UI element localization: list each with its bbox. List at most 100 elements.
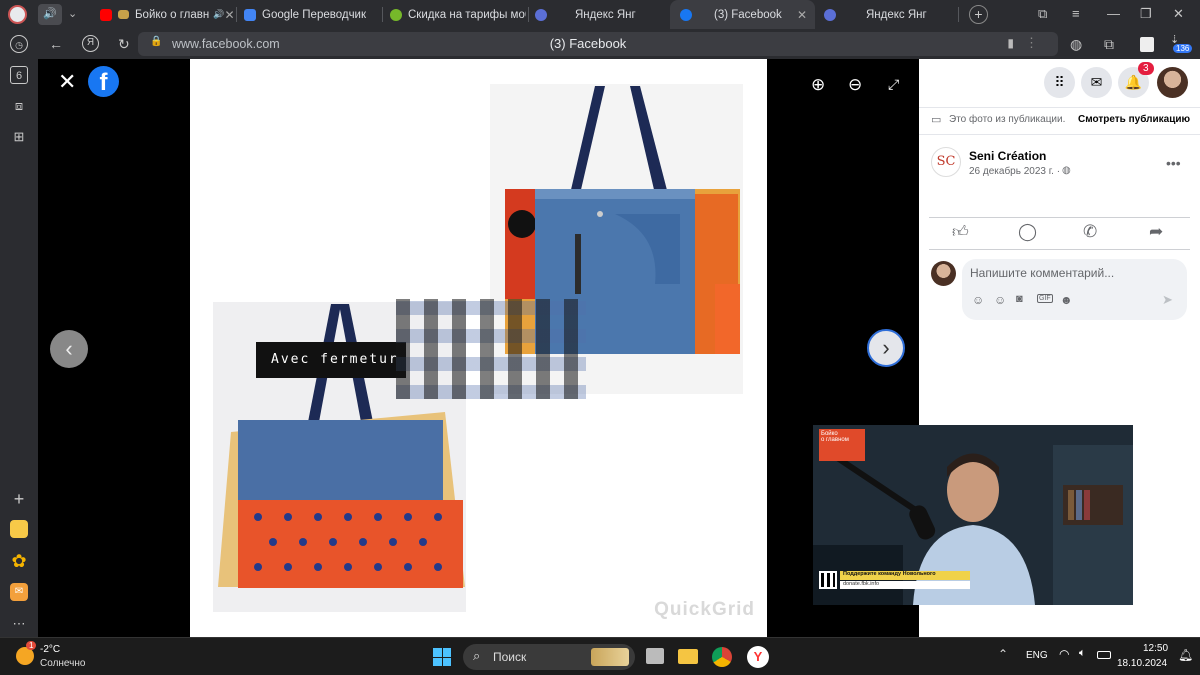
sticker-icon[interactable]: ☻ [1060, 293, 1073, 307]
tab-close-icon[interactable]: ✕ [797, 8, 807, 22]
notification-count-badge: 3 [1138, 62, 1154, 75]
tab-title: Google Переводчик [262, 8, 367, 21]
comment-box[interactable]: Напишите комментарий... ☺ ☺ ◙ GIF ☻ ➤ [962, 259, 1187, 320]
search-icon: ⌕ [473, 648, 481, 663]
taskbar-search[interactable]: ⌕ Поиск [463, 644, 635, 670]
author-logo[interactable]: SC [931, 147, 961, 177]
clock-date[interactable]: 18.10.2024 [1117, 658, 1167, 669]
profile-avatar[interactable] [8, 5, 27, 24]
tabs-counter-badge[interactable]: 6 [10, 66, 28, 84]
tab-yandex-2[interactable]: Яндекс Янг [824, 0, 959, 29]
divider [919, 134, 1200, 135]
comment-input[interactable]: Напишите комментарий... [970, 266, 1114, 280]
file-explorer-icon[interactable] [678, 649, 698, 664]
tab-title: (3) Facebook [714, 8, 782, 21]
globe-ext-icon[interactable]: ◍ [1070, 35, 1082, 53]
new-tab-button[interactable]: + [969, 5, 988, 24]
clock-time[interactable]: 12:50 [1143, 643, 1168, 654]
url-box[interactable]: 🔒 www.facebook.com (3) Facebook ▮ ⋮ [138, 32, 1058, 56]
pixelated-blur [396, 299, 586, 399]
puzzle-ext-icon[interactable]: ⧉ [1104, 35, 1114, 53]
search-label: Поиск [493, 650, 527, 664]
facebook-logo-icon[interactable]: f [88, 66, 119, 97]
restore-button[interactable]: ❐ [1140, 6, 1152, 22]
account-avatar[interactable] [1157, 67, 1188, 98]
flower-app-icon[interactable]: ✿ [10, 552, 28, 570]
minimize-button[interactable]: — [1107, 6, 1120, 21]
screenshot-icon[interactable]: ⧈ [10, 97, 28, 115]
divider [929, 217, 1190, 218]
download-ext-icon[interactable] [1140, 37, 1154, 52]
ext-badge: 136 [1173, 44, 1193, 53]
chrome-icon[interactable] [712, 647, 732, 667]
notes-app-icon[interactable] [10, 520, 28, 538]
menu-icon[interactable]: ≡ [1072, 6, 1080, 21]
close-window-button[interactable]: ✕ [1173, 6, 1184, 22]
apps-menu-icon[interactable]: ⠿ [1044, 67, 1075, 98]
next-photo-button[interactable]: › [867, 329, 905, 367]
zoom-out-icon[interactable]: ⊖ [848, 75, 862, 95]
view-post-link[interactable]: Смотреть публикацию [1078, 114, 1190, 125]
tab-title: Яндекс Янг [575, 8, 636, 21]
more-icon[interactable]: ⋯ [10, 615, 28, 633]
send-icon[interactable]: ➤ [1162, 292, 1173, 308]
tab-audio-button[interactable]: 🔊 [38, 4, 62, 25]
google-translate-icon [244, 8, 256, 21]
page-title: (3) Facebook [549, 36, 627, 51]
emoji-icon[interactable]: ☺ [994, 293, 1006, 307]
bookmark-icon[interactable]: ⧉ [1038, 6, 1047, 22]
tab-discount[interactable]: Скидка на тарифы моб [390, 0, 526, 29]
tab-translate[interactable]: Google Переводчик [244, 0, 380, 29]
overflow-icon[interactable]: ⋮ [1025, 35, 1038, 51]
leaf-icon [390, 8, 402, 21]
fullscreen-icon[interactable]: ⤢ [888, 76, 899, 93]
comment-icon[interactable]: ◯ [1018, 222, 1037, 242]
post-options-icon[interactable]: ••• [1166, 155, 1181, 171]
whatsapp-icon[interactable]: ✆ [1083, 222, 1097, 242]
tab-list-chevron-icon[interactable]: ⌄ [68, 7, 77, 20]
avatar-sticker-icon[interactable]: ☺ [972, 293, 984, 307]
facebook-icon [680, 8, 692, 21]
input-language[interactable]: ENG [1026, 650, 1048, 661]
add-panel-icon[interactable]: + [10, 490, 28, 508]
youtube-icon [100, 8, 112, 21]
yandex-browser-icon[interactable]: Y [747, 646, 769, 668]
wifi-icon[interactable]: ◠ [1059, 647, 1069, 661]
volume-icon[interactable]: 🔈︎ [1079, 647, 1086, 660]
weather-desc[interactable]: Солнечно [40, 658, 85, 669]
yandex-logo-icon[interactable]: Я [82, 35, 99, 52]
reload-icon[interactable]: ↻ [118, 35, 130, 53]
divider [929, 249, 1190, 250]
like-icon[interactable]: 👍︎ [952, 223, 969, 242]
divider [919, 107, 1200, 108]
tab-facebook[interactable]: (3) Facebook ✕ [670, 0, 815, 29]
address-bar: ← Я ↻ 🔒 www.facebook.com (3) Facebook ▮ … [38, 29, 1200, 59]
close-viewer-icon[interactable]: ✕ [58, 69, 76, 95]
weather-temp[interactable]: -2°C [40, 644, 60, 655]
battery-icon[interactable] [1097, 651, 1111, 659]
start-button-windows-icon[interactable] [433, 648, 451, 666]
history-clock-icon[interactable]: ◷ [10, 35, 28, 53]
previous-photo-button[interactable]: ‹ [50, 330, 88, 368]
back-arrow-icon[interactable]: ← [49, 35, 63, 53]
tab-title: Бойко о главн [135, 8, 210, 21]
apps-grid-icon[interactable]: ⊞ [10, 128, 28, 146]
zoom-in-icon[interactable]: ⊕ [811, 75, 825, 95]
gif-icon[interactable]: GIF [1037, 294, 1053, 303]
tab-close-icon[interactable]: ✕ [224, 8, 234, 22]
mail-app-icon[interactable]: ✉ [10, 583, 28, 601]
pip-video[interactable]: Бойко о главном Поддержите команду Новол… [813, 425, 1133, 605]
tab-yandex-1[interactable]: Яндекс Янг [535, 0, 665, 29]
camera-icon[interactable]: ◙ [1016, 293, 1023, 305]
notification-center-icon[interactable]: 🔔︎ [1178, 648, 1193, 662]
tray-chevron-icon[interactable]: ⌃ [998, 647, 1008, 661]
share-icon[interactable]: ➦ [1149, 222, 1163, 242]
task-view-icon[interactable] [646, 648, 664, 664]
author-name[interactable]: Seni Création [969, 149, 1046, 163]
messenger-icon[interactable]: ✉ [1081, 67, 1112, 98]
bookmark-flag-icon[interactable]: ▮ [1007, 36, 1014, 50]
quickgrid-watermark: QuickGrid [654, 599, 755, 620]
tab-boyko[interactable]: Бойко о главн 🔊 ✕ [100, 0, 235, 29]
post-date[interactable]: 26 декабрь 2023 г. · [969, 166, 1060, 177]
globe-privacy-icon: ◍ [1062, 165, 1071, 176]
